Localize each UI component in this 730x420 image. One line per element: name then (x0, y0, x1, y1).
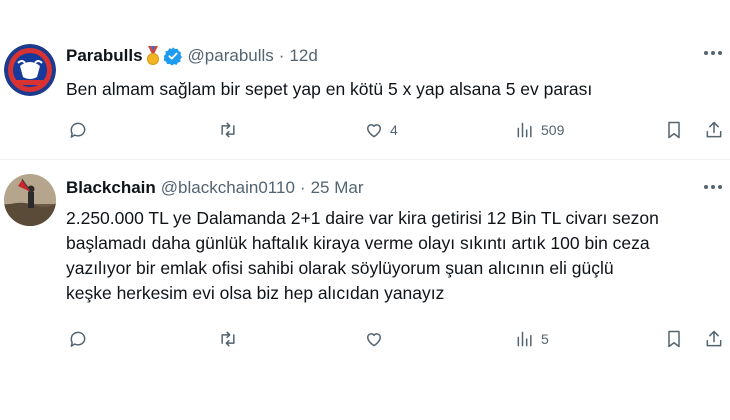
views-icon (517, 122, 532, 138)
tweet-text-line: yazılıyor bir emlak ofisi sahibi olarak … (66, 258, 614, 278)
tweet-header: Parabulls @parabulls · 12d (66, 46, 318, 66)
author-name[interactable]: Blackchain (66, 178, 156, 198)
share-button[interactable] (704, 327, 724, 351)
medal-badge-icon (146, 46, 160, 66)
like-button[interactable]: 4 (364, 118, 398, 142)
tweet-parabulls[interactable]: Parabulls @parabulls · 12d Ben almam sağ… (0, 0, 730, 159)
avatar[interactable] (4, 44, 56, 96)
heart-icon (367, 333, 381, 347)
bookmark-icon (668, 121, 680, 139)
views-button[interactable]: 509 (515, 118, 564, 142)
timestamp[interactable]: 12d (289, 46, 317, 66)
tweet-header: Blackchain @blackchain0110 · 25 Mar (66, 178, 364, 198)
tweet-blackchain[interactable]: Blackchain @blackchain0110 · 25 Mar 2.25… (0, 159, 730, 420)
reply-icon (70, 331, 86, 347)
avatar-parabulls-logo (4, 44, 56, 96)
reply-button[interactable] (68, 118, 88, 142)
reply-button[interactable] (68, 327, 88, 351)
views-icon (517, 331, 532, 347)
bookmark-icon (668, 330, 680, 348)
view-count: 509 (541, 122, 565, 138)
timestamp[interactable]: 25 Mar (311, 178, 364, 198)
retweet-button[interactable] (218, 327, 238, 351)
like-count: 4 (390, 122, 398, 138)
view-count: 5 (541, 331, 549, 347)
bookmark-button[interactable] (664, 327, 684, 351)
views-button[interactable]: 5 (515, 327, 549, 351)
action-bar: 5 (0, 327, 730, 351)
tweet-text-line: Ben almam sağlam bir sepet yap en kötü 5… (66, 79, 593, 99)
separator-dot: · (299, 178, 306, 197)
reply-icon (70, 122, 86, 138)
tweet-text-line: 2.250.000 TL ye Dalamanda 2+1 daire var … (66, 208, 659, 228)
retweet-icon (221, 331, 235, 347)
tweet-text: 2.250.000 TL ye Dalamanda 2+1 daire var … (66, 206, 722, 306)
author-handle[interactable]: @parabulls (188, 46, 274, 66)
avatar[interactable] (4, 174, 56, 226)
action-bar: 4 509 (0, 118, 730, 142)
more-options-icon[interactable] (704, 50, 722, 56)
avatar-blackchain-photo (4, 174, 56, 226)
share-icon (706, 330, 722, 347)
tweet-text: Ben almam sağlam bir sepet yap en kötü 5… (66, 77, 722, 102)
retweet-icon (221, 122, 235, 138)
author-name[interactable]: Parabulls (66, 46, 143, 66)
tweet-text-line: keşke herkesim evi olsa biz hep alıcıdan… (66, 283, 445, 303)
like-button[interactable] (364, 327, 390, 351)
verified-badge-icon (163, 46, 183, 66)
bookmark-button[interactable] (664, 118, 684, 142)
tweet-text-line: başlamadı daha günlük haftalık kiraya ve… (66, 233, 650, 253)
separator-dot: · (278, 46, 285, 65)
share-icon (706, 121, 722, 138)
share-button[interactable] (704, 118, 724, 142)
retweet-button[interactable] (218, 118, 238, 142)
heart-icon (367, 124, 381, 138)
author-handle[interactable]: @blackchain0110 (161, 178, 295, 198)
more-options-icon[interactable] (704, 184, 722, 190)
